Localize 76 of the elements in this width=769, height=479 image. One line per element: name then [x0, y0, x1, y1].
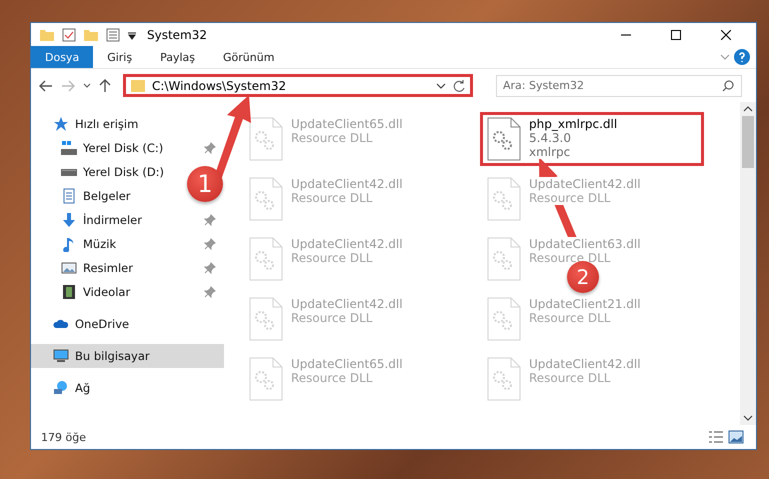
- gear-file-icon: [249, 237, 283, 281]
- file-detail: Resource DLL: [291, 371, 372, 385]
- pin-icon[interactable]: [204, 262, 216, 274]
- ribbon-tab[interactable]: Paylaş: [146, 46, 209, 68]
- item-count: 179 öğe: [41, 430, 87, 444]
- scroll-up-icon[interactable]: [743, 106, 753, 112]
- folder-icon: [130, 78, 146, 94]
- up-button[interactable]: [97, 76, 113, 94]
- picture-icon: [61, 260, 77, 276]
- back-button[interactable]: [37, 78, 55, 94]
- sidebar-item[interactable]: İndirmeler: [83, 213, 142, 227]
- properties-icon: [105, 26, 121, 42]
- pin-icon[interactable]: [204, 142, 216, 154]
- file-detail: Resource DLL: [291, 191, 372, 205]
- ribbon-tab[interactable]: Giriş: [93, 46, 146, 68]
- search-icon[interactable]: [722, 80, 734, 92]
- file-detail: Resource DLL: [529, 191, 610, 205]
- computer-icon: [53, 348, 69, 364]
- ribbon-tab[interactable]: Görünüm: [209, 46, 288, 68]
- pin-icon[interactable]: [204, 286, 216, 298]
- address-bar[interactable]: C:\Windows\System32: [123, 74, 473, 97]
- scrollbar[interactable]: [740, 102, 756, 425]
- document-icon: [61, 188, 77, 204]
- refresh-icon[interactable]: [452, 78, 466, 92]
- pin-icon[interactable]: [204, 214, 216, 226]
- large-icons-view-icon[interactable]: [726, 428, 746, 446]
- file-detail: xmlrpc: [529, 145, 570, 159]
- file-item[interactable]: php_xmlrpc.dll 5.4.3.0 xmlrpc: [480, 112, 704, 166]
- sidebar-item[interactable]: Yerel Disk (D:): [83, 165, 164, 179]
- ribbon-tab[interactable]: Dosya: [31, 46, 94, 68]
- file-detail: Resource DLL: [529, 371, 610, 385]
- gear-file-icon: [487, 237, 521, 281]
- drive-icon: [61, 140, 77, 156]
- gear-file-icon: [249, 117, 283, 161]
- help-icon[interactable]: [732, 46, 752, 68]
- file-detail: Resource DLL: [291, 311, 372, 325]
- file-detail: Resource DLL: [291, 131, 372, 145]
- file-detail: Resource DLL: [529, 251, 610, 265]
- gear-file-icon: [249, 357, 283, 401]
- sidebar-item[interactable]: OneDrive: [75, 317, 130, 331]
- sidebar-item[interactable]: Belgeler: [83, 189, 131, 203]
- caret-icon[interactable]: [83, 83, 91, 88]
- gear-file-icon: [487, 357, 521, 401]
- scroll-down-icon[interactable]: [743, 415, 753, 421]
- gear-file-icon: [487, 297, 521, 341]
- scrollbar-thumb[interactable]: [742, 116, 754, 168]
- pin-icon[interactable]: [204, 238, 216, 250]
- gear-file-icon: [487, 117, 521, 161]
- address-path: C:\Windows\System32: [152, 78, 288, 92]
- gear-file-icon: [249, 297, 283, 341]
- drive-icon: [61, 168, 77, 176]
- sidebar-item[interactable]: Müzik: [83, 237, 116, 251]
- file-detail: Resource DLL: [529, 311, 610, 325]
- checklist-icon: [61, 26, 77, 42]
- sidebar-item[interactable]: Hızlı erişim: [75, 117, 138, 131]
- gear-file-icon: [249, 177, 283, 221]
- dropdown-icon: [127, 30, 137, 40]
- close-icon[interactable]: [721, 30, 731, 40]
- gear-file-icon: [487, 177, 521, 221]
- maximize-icon[interactable]: [671, 30, 681, 40]
- file-detail: 5.4.3.0: [529, 131, 571, 145]
- window-title: System32: [147, 28, 208, 42]
- file-detail: Resource DLL: [291, 251, 372, 265]
- file-name[interactable]: php_xmlrpc.dll: [529, 117, 618, 131]
- search-field[interactable]: Ara: System32: [496, 74, 742, 96]
- sidebar-item[interactable]: Videolar: [83, 285, 130, 299]
- star-icon: [53, 116, 69, 132]
- sidebar-item[interactable]: Ağ: [75, 381, 90, 395]
- sidebar-item[interactable]: Yerel Disk (C:): [83, 141, 164, 155]
- film-icon: [61, 284, 77, 300]
- sidebar-item[interactable]: Bu bilgisayar: [75, 349, 150, 363]
- caret-icon[interactable]: [436, 82, 446, 90]
- sidebar-item[interactable]: Resimler: [83, 261, 133, 275]
- network-icon: [53, 380, 69, 396]
- minimize-icon[interactable]: [621, 34, 631, 36]
- download-icon: [61, 212, 77, 228]
